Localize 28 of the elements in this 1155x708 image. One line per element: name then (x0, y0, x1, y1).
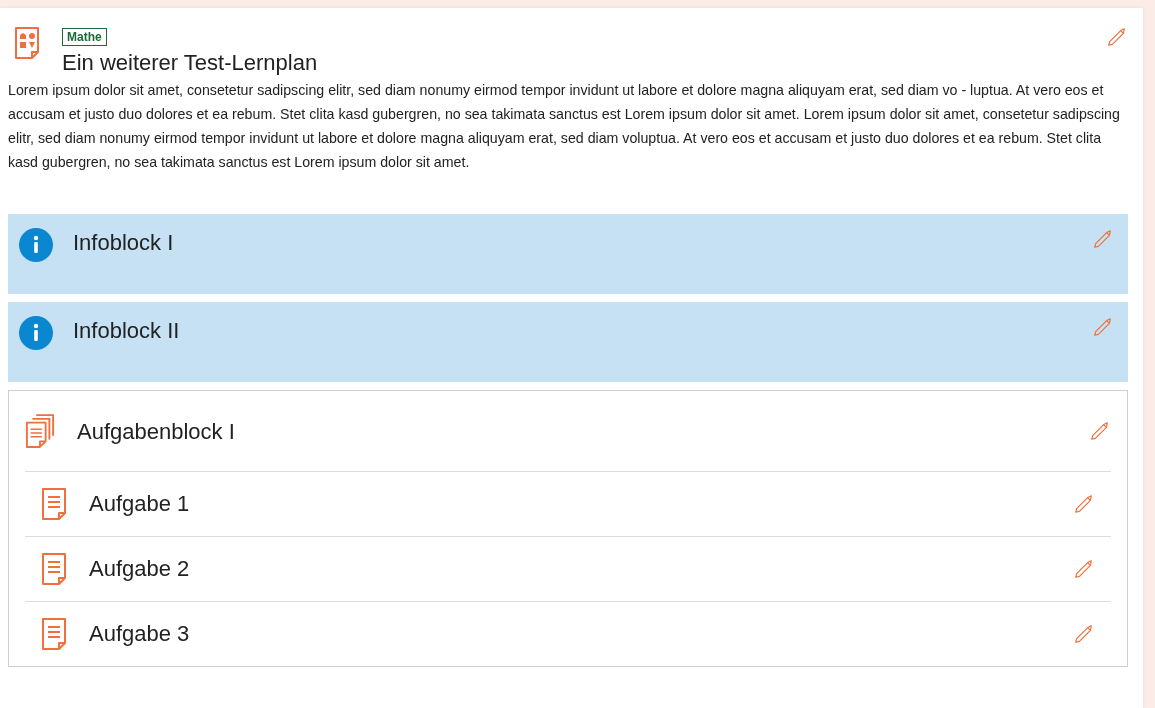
info-block[interactable]: Infoblock II (8, 302, 1128, 382)
task-row[interactable]: Aufgabe 3 (25, 601, 1111, 666)
task-row[interactable]: Aufgabe 1 (25, 471, 1111, 536)
document-icon (41, 487, 67, 521)
edit-icon[interactable] (1092, 228, 1114, 250)
document-icon (41, 617, 67, 651)
document-icon (41, 552, 67, 586)
info-icon (19, 316, 53, 350)
subject-tag: Mathe (62, 28, 107, 46)
info-block[interactable]: Infoblock I (8, 214, 1128, 294)
edit-icon[interactable] (1073, 623, 1095, 645)
plan-description: Lorem ipsum dolor sit amet, consetetur sadipscing elitr, sed diam nonumy eirmod tempor invidunt ut labore et dolore magna aliquyam erat, sed diam vo - luptua. At vero eos et accusam et justo duo dolores et ea rebum. Stet clita kasd gubergren, no sea takimata sanctus est Lorem ipsum dolor sit amet. Lorem ipsum dolor sit amet, consetetur sadipscing elitr, sed diam nonumy eirmod tempor invidunt ut labore et dolore magna aliquyam erat, sed diam voluptua. At vero eos et accusam et justo duo dolores et ea rebum. Stet clita kasd gubergren, no sea takimata sanctus est Lorem ipsum dolor sit amet. (8, 81, 1121, 172)
plan-title: Ein weiterer Test-Lernplan (62, 50, 318, 76)
task-title: Aufgabe 1 (89, 491, 191, 517)
block-title: Infoblock II (73, 318, 181, 344)
edit-icon[interactable] (1106, 26, 1128, 48)
task-title: Aufgabe 3 (89, 621, 191, 647)
edit-icon[interactable] (1092, 316, 1114, 338)
task-title: Aufgabe 2 (89, 556, 191, 582)
edit-icon[interactable] (1073, 558, 1095, 580)
block-title: Aufgabenblock I (77, 419, 236, 445)
info-icon (19, 228, 53, 262)
edit-icon[interactable] (1089, 420, 1111, 442)
task-row[interactable]: Aufgabe 2 (25, 536, 1111, 601)
documents-icon (25, 413, 55, 449)
edit-icon[interactable] (1073, 493, 1095, 515)
worksheet-icon (14, 26, 40, 60)
block-title: Infoblock I (73, 230, 175, 256)
